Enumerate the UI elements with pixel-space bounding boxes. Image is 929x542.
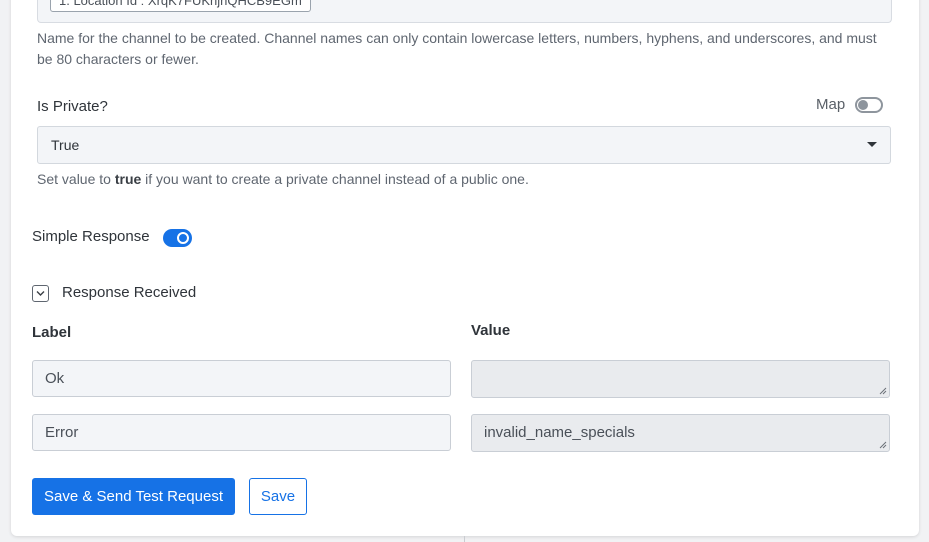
map-label: Map <box>816 96 846 113</box>
resize-grip-icon[interactable] <box>879 441 887 449</box>
response-received-label: Response Received <box>62 284 197 301</box>
toggle-knob <box>177 232 189 244</box>
collapse-toggle-button[interactable] <box>32 285 49 302</box>
toggle-knob <box>858 99 869 110</box>
channel-name-help: Name for the channel to be created. Chan… <box>37 30 877 67</box>
is-private-label: Is Private? <box>37 98 108 115</box>
channel-name-field[interactable]: 1. Location Id : XrqK7FUKhjhQHCB9EGm <box>37 0 892 23</box>
response-value-textarea-error[interactable]: invalid_name_specials <box>471 414 890 452</box>
form-card <box>11 0 919 536</box>
response-label-input-ok[interactable]: Ok <box>32 360 451 397</box>
simple-response-label: Simple Response <box>32 228 150 245</box>
map-toggle[interactable] <box>855 96 884 113</box>
response-label-input-error[interactable]: Error <box>32 414 451 451</box>
chevron-down-icon <box>36 291 45 296</box>
location-id-chip[interactable]: 1. Location Id : XrqK7FUKhjhQHCB9EGm <box>50 0 311 12</box>
column-divider <box>464 536 465 542</box>
map-toggle-group: Map <box>816 96 884 113</box>
value-column-header: Value <box>471 322 511 339</box>
response-value-textarea-ok[interactable] <box>471 360 890 398</box>
is-private-help: Set value to true if you want to create … <box>37 169 529 190</box>
is-private-select[interactable]: True <box>37 126 891 164</box>
help-bold-value: true <box>114 171 142 187</box>
help-suffix: if you want to create a private channel … <box>141 171 529 187</box>
save-button[interactable]: Save <box>249 478 307 515</box>
simple-response-toggle[interactable] <box>163 229 192 247</box>
label-column-header: Label <box>32 324 72 341</box>
save-send-test-button[interactable]: Save & Send Test Request <box>32 478 235 515</box>
resize-grip-icon[interactable] <box>879 387 887 395</box>
response-value-text: invalid_name_specials <box>484 424 635 441</box>
help-prefix: Set value to <box>37 171 115 187</box>
caret-down-icon <box>867 142 877 147</box>
is-private-selected-value: True <box>51 137 80 153</box>
